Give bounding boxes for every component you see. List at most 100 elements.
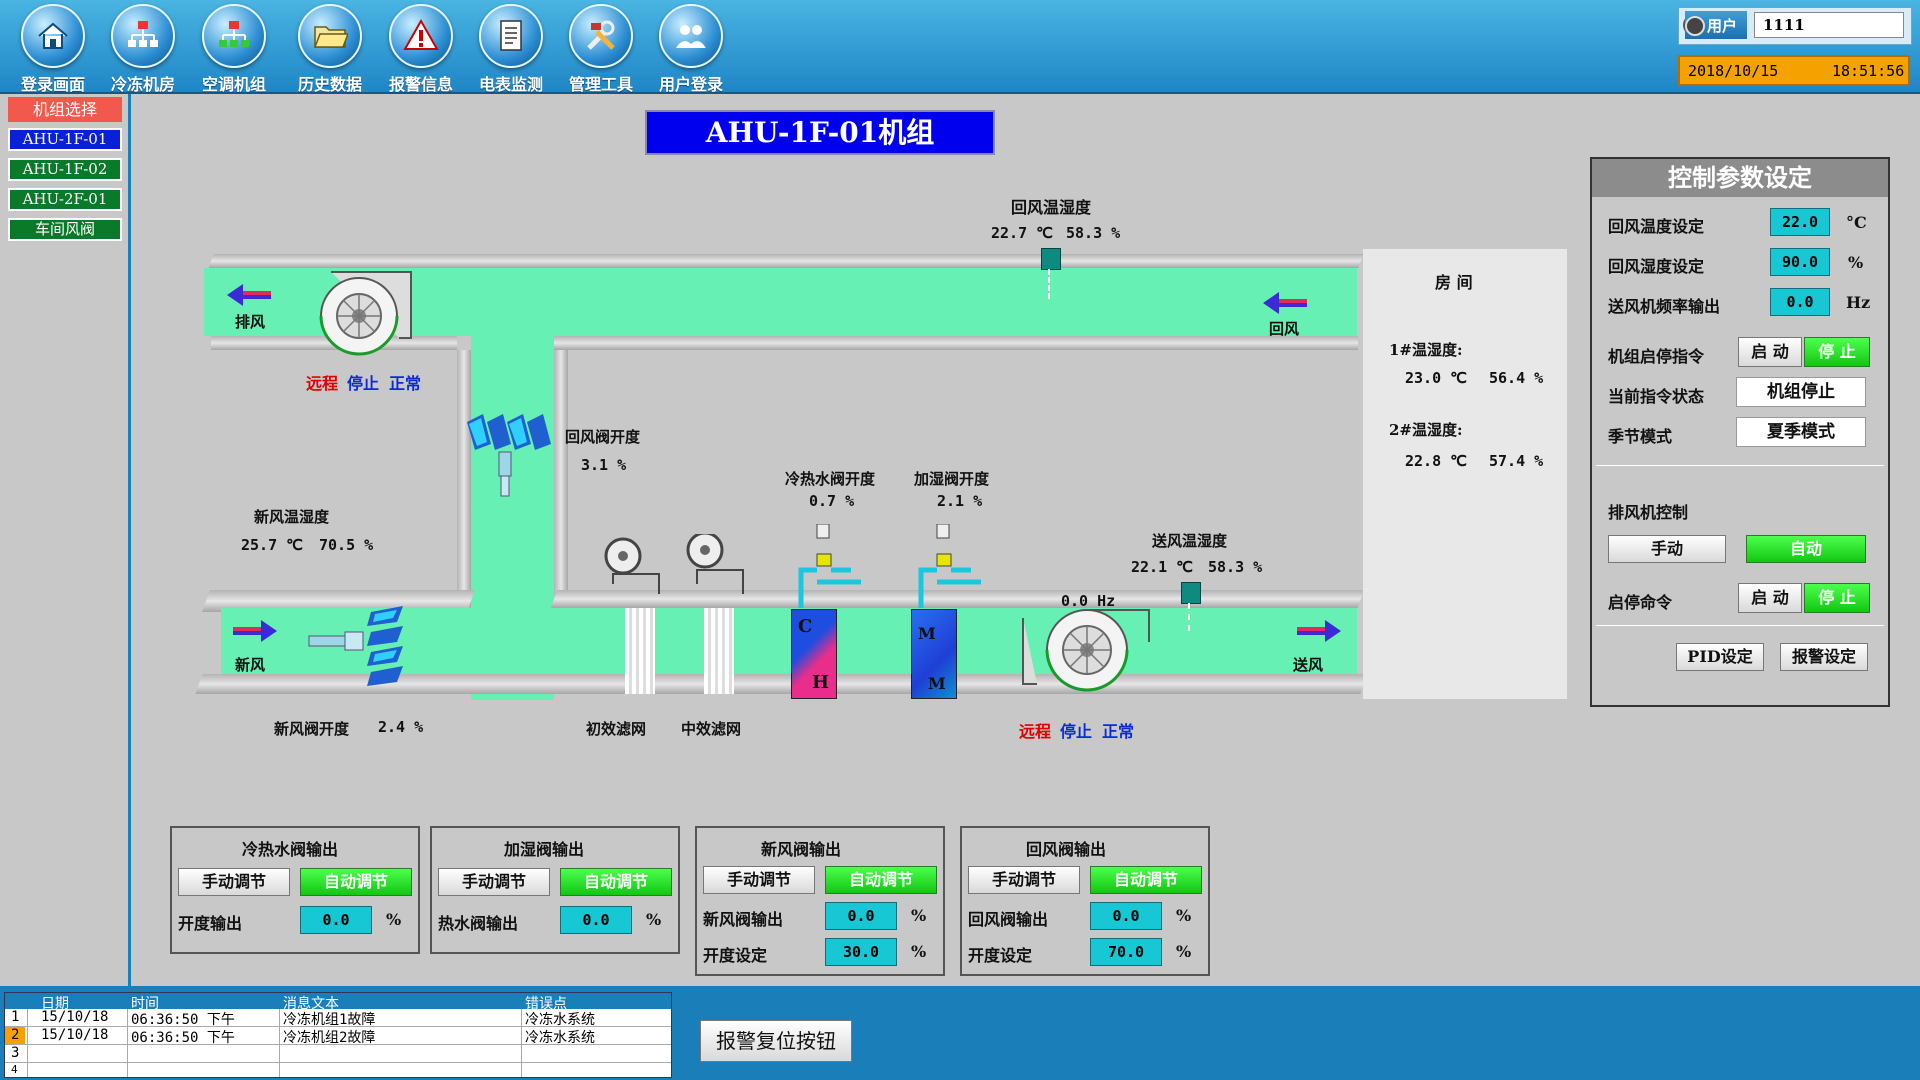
alarm-table[interactable]: 日期 时间 消息文本 错误点 1 15/10/18 06:36:50 下午 冷冻… xyxy=(4,992,672,1078)
coil-letter-h: H xyxy=(812,672,830,693)
fresh-damper-icon[interactable] xyxy=(307,606,427,686)
nav-history-data[interactable]: 历史数据 xyxy=(285,4,375,94)
duct-wall xyxy=(208,254,1364,268)
cooling-valve-label: 冷热水阀开度 xyxy=(785,470,876,488)
sidebar-item-ahu-1f-02[interactable]: AHU-1F-02 xyxy=(8,158,122,181)
supply-run-status: 停止 xyxy=(1060,722,1093,741)
sidebar-header: 机组选择 xyxy=(8,97,122,122)
date-text: 2018/10/15 xyxy=(1688,62,1779,80)
supply-fan-icon[interactable] xyxy=(1017,598,1157,698)
nav-label: 历史数据 xyxy=(297,75,362,94)
sidebar-item-ahu-1f-01[interactable]: AHU-1F-01 xyxy=(8,128,122,151)
table-row[interactable]: 4 xyxy=(5,1063,671,1077)
divider xyxy=(1596,465,1884,466)
return-hum-set-label: 回风湿度设定 xyxy=(1608,257,1705,276)
alarm-time: 06:36:50 下午 xyxy=(131,1012,235,1028)
auto-adjust-button[interactable]: 自动调节 xyxy=(560,868,672,896)
exhaust-fan-icon[interactable] xyxy=(301,268,421,358)
return-temp-set-input[interactable]: 22.0 xyxy=(1770,208,1830,236)
valve-panel-cooling: 冷热水阀输出 手动调节 自动调节 开度输出 0.0 % xyxy=(170,826,420,954)
auto-adjust-button[interactable]: 自动调节 xyxy=(300,868,412,896)
control-panel: 控制参数设定 回风温度设定 22.0 °C 回风湿度设定 90.0 % 送风机频… xyxy=(1590,157,1890,707)
cmd-state-label: 当前指令状态 xyxy=(1608,387,1705,406)
fresh-th-label: 新风温湿度 xyxy=(254,508,330,526)
fresh-valve-label: 新风阀开度 xyxy=(274,720,350,738)
nav-ahu-units[interactable]: 空调机组 xyxy=(189,4,279,94)
auto-adjust-button[interactable]: 自动调节 xyxy=(825,866,937,894)
nav-user-login[interactable]: 用户登录 xyxy=(646,4,736,94)
sensor-probe xyxy=(1048,269,1054,299)
panel-title: 新风阀输出 xyxy=(761,840,842,859)
supply-freq-output-field[interactable]: 0.0 xyxy=(1770,288,1830,316)
fresh-opening-set-input[interactable]: 30.0 xyxy=(825,938,897,966)
manual-adjust-button[interactable]: 手动调节 xyxy=(438,868,550,896)
table-row[interactable]: 1 15/10/18 06:36:50 下午 冷冻机组1故障 冷冻水系统 xyxy=(5,1009,671,1028)
row-label: 回风阀输出 xyxy=(968,910,1049,929)
warning-icon xyxy=(389,4,453,68)
users-icon xyxy=(659,4,723,68)
table-row[interactable]: 3 xyxy=(5,1045,671,1063)
exhaust-mode-status: 远程 xyxy=(306,374,339,393)
duct-wall xyxy=(554,336,1358,350)
exhaust-stop-button[interactable]: 停 止 xyxy=(1804,583,1870,613)
pid-settings-button[interactable]: PID设定 xyxy=(1676,643,1764,671)
unit-stop-button[interactable]: 停 止 xyxy=(1804,337,1870,367)
nav-meter-monitor[interactable]: 电表监测 xyxy=(466,4,556,94)
nav-label: 冷冻机房 xyxy=(110,75,175,94)
nav-admin-tools[interactable]: 管理工具 xyxy=(556,4,646,94)
sidebar-item-workshop-damper[interactable]: 车间风阀 xyxy=(8,218,122,241)
return-hum-set-input[interactable]: 90.0 xyxy=(1770,248,1830,276)
nav-alarm-info[interactable]: 报警信息 xyxy=(376,4,466,94)
manual-adjust-button[interactable]: 手动调节 xyxy=(703,866,815,894)
cooling-valve-value: 0.7 % xyxy=(809,492,855,510)
humidifier-icon: M M xyxy=(911,609,957,699)
humid-valve-icon[interactable] xyxy=(915,524,985,614)
nav-chiller-room[interactable]: 冷冻机房 xyxy=(98,4,188,94)
nav-login-screen[interactable]: 登录画面 xyxy=(8,4,98,94)
room-sensor1-label: 1#温湿度: xyxy=(1389,341,1463,359)
fresh-hum-value: 70.5 % xyxy=(319,536,374,554)
supply-th-label: 送风温湿度 xyxy=(1152,532,1228,550)
valve-panel-fresh-air: 新风阀输出 手动调节 自动调节 新风阀输出 0.0 % 开度设定 30.0 % xyxy=(695,826,945,976)
column-divider xyxy=(127,1009,128,1077)
return-opening-set-input[interactable]: 70.0 xyxy=(1090,938,1162,966)
user-field[interactable]: 1111 xyxy=(1754,12,1904,38)
table-row[interactable]: 2 15/10/18 06:36:50 下午 冷冻机组2故障 冷冻水系统 xyxy=(5,1027,671,1046)
exhaust-start-button[interactable]: 启 动 xyxy=(1738,583,1802,613)
supply-freq-value: 0.0 Hz xyxy=(1061,592,1116,610)
unit-start-button[interactable]: 启 动 xyxy=(1738,337,1802,367)
medium-filter-label: 中效滤网 xyxy=(681,720,742,738)
coil-letter-m: M xyxy=(918,624,936,643)
alarm-settings-button[interactable]: 报警设定 xyxy=(1780,643,1868,671)
auto-adjust-button[interactable]: 自动调节 xyxy=(1090,866,1202,894)
season-mode-value[interactable]: 夏季模式 xyxy=(1736,417,1866,447)
alarm-reset-button[interactable]: 报警复位按钮 xyxy=(700,1020,852,1062)
row-number: 1 xyxy=(11,1009,20,1025)
hot-water-output-field[interactable]: 0.0 xyxy=(560,906,632,934)
return-damper-icon[interactable] xyxy=(465,414,553,504)
cooling-valve-icon[interactable] xyxy=(795,524,865,614)
manual-adjust-button[interactable]: 手动调节 xyxy=(178,868,290,896)
sidebar-item-ahu-2f-01[interactable]: AHU-2F-01 xyxy=(8,188,122,211)
unit-label: % xyxy=(646,910,662,929)
fresh-air-arrow-icon xyxy=(233,620,277,642)
room-title: 房 间 xyxy=(1435,273,1473,292)
panel-title: 冷热水阀输出 xyxy=(242,840,339,859)
opening-output-field[interactable]: 0.0 xyxy=(300,906,372,934)
return-valve-output-field[interactable]: 0.0 xyxy=(1090,902,1162,930)
medium-filter-icon xyxy=(704,608,734,694)
row-label: 开度设定 xyxy=(703,946,768,965)
manual-adjust-button[interactable]: 手动调节 xyxy=(968,866,1080,894)
primary-filter-label: 初效滤网 xyxy=(586,720,647,738)
exhaust-manual-button[interactable]: 手动 xyxy=(1608,535,1726,563)
room-sensor2-hum: 57.4 % xyxy=(1489,452,1544,470)
room-sensor1-hum: 56.4 % xyxy=(1489,369,1544,387)
folder-icon xyxy=(298,4,362,68)
fresh-valve-output-field[interactable]: 0.0 xyxy=(825,902,897,930)
supply-temp-value: 22.1 ℃ xyxy=(1131,558,1193,576)
exhaust-auto-button[interactable]: 自动 xyxy=(1746,535,1866,563)
unit-label: % xyxy=(1176,906,1192,925)
user-box: 用户 1111 xyxy=(1678,7,1912,45)
filter-gauges-icon xyxy=(604,534,744,594)
network-icon xyxy=(202,4,266,68)
